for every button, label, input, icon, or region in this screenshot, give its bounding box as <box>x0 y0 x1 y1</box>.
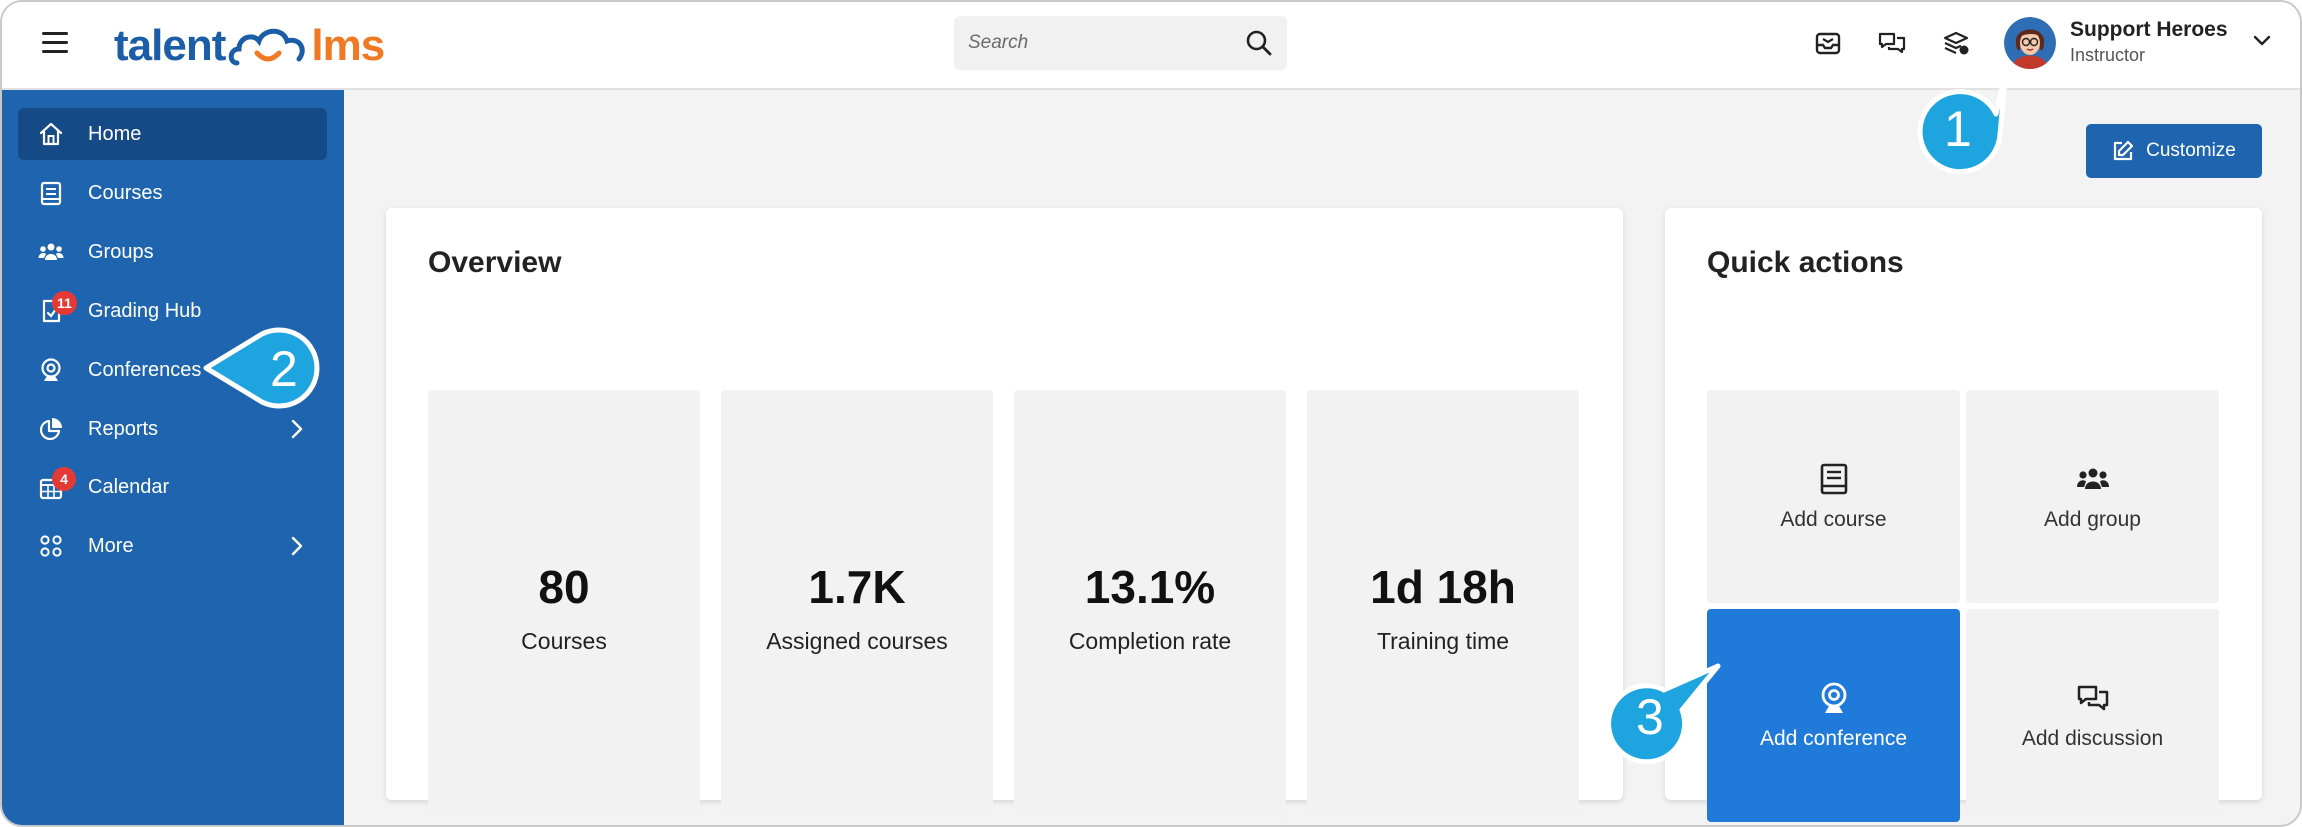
qa-label: Add conference <box>1759 727 1908 750</box>
overview-card: Overview 80 Courses 1.7K Assigned course… <box>386 208 1623 820</box>
user-menu[interactable]: Support Heroes Instructor <box>2004 14 2274 76</box>
callout-1: 1 <box>1917 66 2028 181</box>
stat-value: 1d 18h <box>1370 561 1516 613</box>
sidebar-item-label: Reports <box>88 417 159 440</box>
logo-text-talent: talent <box>114 21 226 70</box>
qa-label: Add group <box>2044 508 2141 531</box>
sidebar-item-label: Grading Hub <box>88 299 202 322</box>
sidebar-item-label: Courses <box>88 181 163 204</box>
chat-icon <box>2077 685 2109 711</box>
callout-number: 2 <box>270 341 298 397</box>
stat-value: 80 <box>538 561 590 613</box>
callout-3: 3 <box>1606 662 1722 767</box>
stat-completion-rate[interactable]: 13.1% Completion rate <box>1014 390 1286 820</box>
book-icon <box>1820 463 1848 495</box>
search-box <box>954 16 1287 70</box>
stat-value: 1.7K <box>808 561 906 613</box>
courses-store-icon[interactable] <box>1941 28 1971 58</box>
sidebar-item-groups[interactable]: Groups <box>18 226 327 278</box>
search-icon[interactable] <box>1245 29 1273 57</box>
stat-courses[interactable]: 80 Courses <box>428 390 700 820</box>
chevron-right-icon <box>291 536 303 556</box>
add-discussion-button[interactable]: Add discussion <box>1966 609 2219 822</box>
cloud-logo-icon <box>229 28 306 66</box>
quick-actions-card: Quick actions Add course Add group Add c… <box>1665 208 2262 822</box>
stat-training-time[interactable]: 1d 18h Training time <box>1307 390 1579 820</box>
qa-label: Add discussion <box>2021 727 2164 750</box>
groups-icon <box>2077 468 2109 489</box>
stat-label: Assigned courses <box>766 628 948 654</box>
webcam-icon <box>41 358 61 381</box>
user-name: Support Heroes <box>2070 18 2228 41</box>
stat-label: Completion rate <box>1068 628 1232 654</box>
sidebar-item-label: Conferences <box>88 358 202 381</box>
sidebar-item-courses[interactable]: Courses <box>18 167 327 219</box>
grid-icon <box>40 535 62 557</box>
callout-number: 3 <box>1636 689 1664 745</box>
home-icon <box>39 122 63 146</box>
stat-label: Training time <box>1376 628 1510 654</box>
qa-label: Add course <box>1780 508 1887 531</box>
user-role: Instructor <box>2070 45 2146 65</box>
callout-number: 1 <box>1944 101 1972 157</box>
app-window: talent lms Search Support Heroes Instruc… <box>0 0 2302 827</box>
groups-icon <box>38 243 64 260</box>
quick-actions-title: Quick actions <box>1707 246 1904 279</box>
customize-label: Customize <box>2146 140 2236 161</box>
sidebar-item-label: Groups <box>88 240 154 263</box>
add-course-button[interactable]: Add course <box>1707 390 1960 603</box>
customize-button[interactable]: Customize <box>2086 124 2262 178</box>
add-conference-button[interactable]: Add conference <box>1707 609 1960 822</box>
callout-2: 2 <box>202 326 332 415</box>
edit-icon <box>2114 140 2134 161</box>
sidebar-item-label: Home <box>88 122 142 145</box>
calendar-badge: 4 <box>52 467 76 491</box>
chevron-down-icon[interactable] <box>2252 34 2272 48</box>
pie-chart-icon <box>40 418 62 440</box>
add-group-button[interactable]: Add group <box>1966 390 2219 603</box>
webcam-icon <box>1821 682 1847 713</box>
sidebar-item-calendar[interactable]: 4 Calendar <box>18 461 327 513</box>
overview-title: Overview <box>428 246 562 279</box>
messages-icon[interactable] <box>1877 28 1907 58</box>
avatar[interactable] <box>2004 17 2056 69</box>
sidebar: Home Courses Groups 11 Grading Hub Confe… <box>2 90 344 825</box>
search-input[interactable] <box>968 16 1228 70</box>
book-icon <box>40 181 62 206</box>
sidebar-item-home[interactable]: Home <box>18 108 327 160</box>
logo-text-lms: lms <box>311 21 385 70</box>
sidebar-item-label: More <box>88 534 134 557</box>
menu-icon[interactable] <box>42 32 68 56</box>
chevron-right-icon <box>291 419 303 439</box>
stat-value: 13.1% <box>1084 561 1216 613</box>
logo[interactable]: talent lms <box>114 16 385 76</box>
sidebar-item-label: Calendar <box>88 475 170 498</box>
inbox-icon[interactable] <box>1813 28 1843 58</box>
stat-assigned-courses[interactable]: 1.7K Assigned courses <box>721 390 993 820</box>
sidebar-item-more[interactable]: More <box>18 520 327 572</box>
stat-label: Courses <box>521 628 607 654</box>
grading-hub-badge: 11 <box>52 291 77 315</box>
